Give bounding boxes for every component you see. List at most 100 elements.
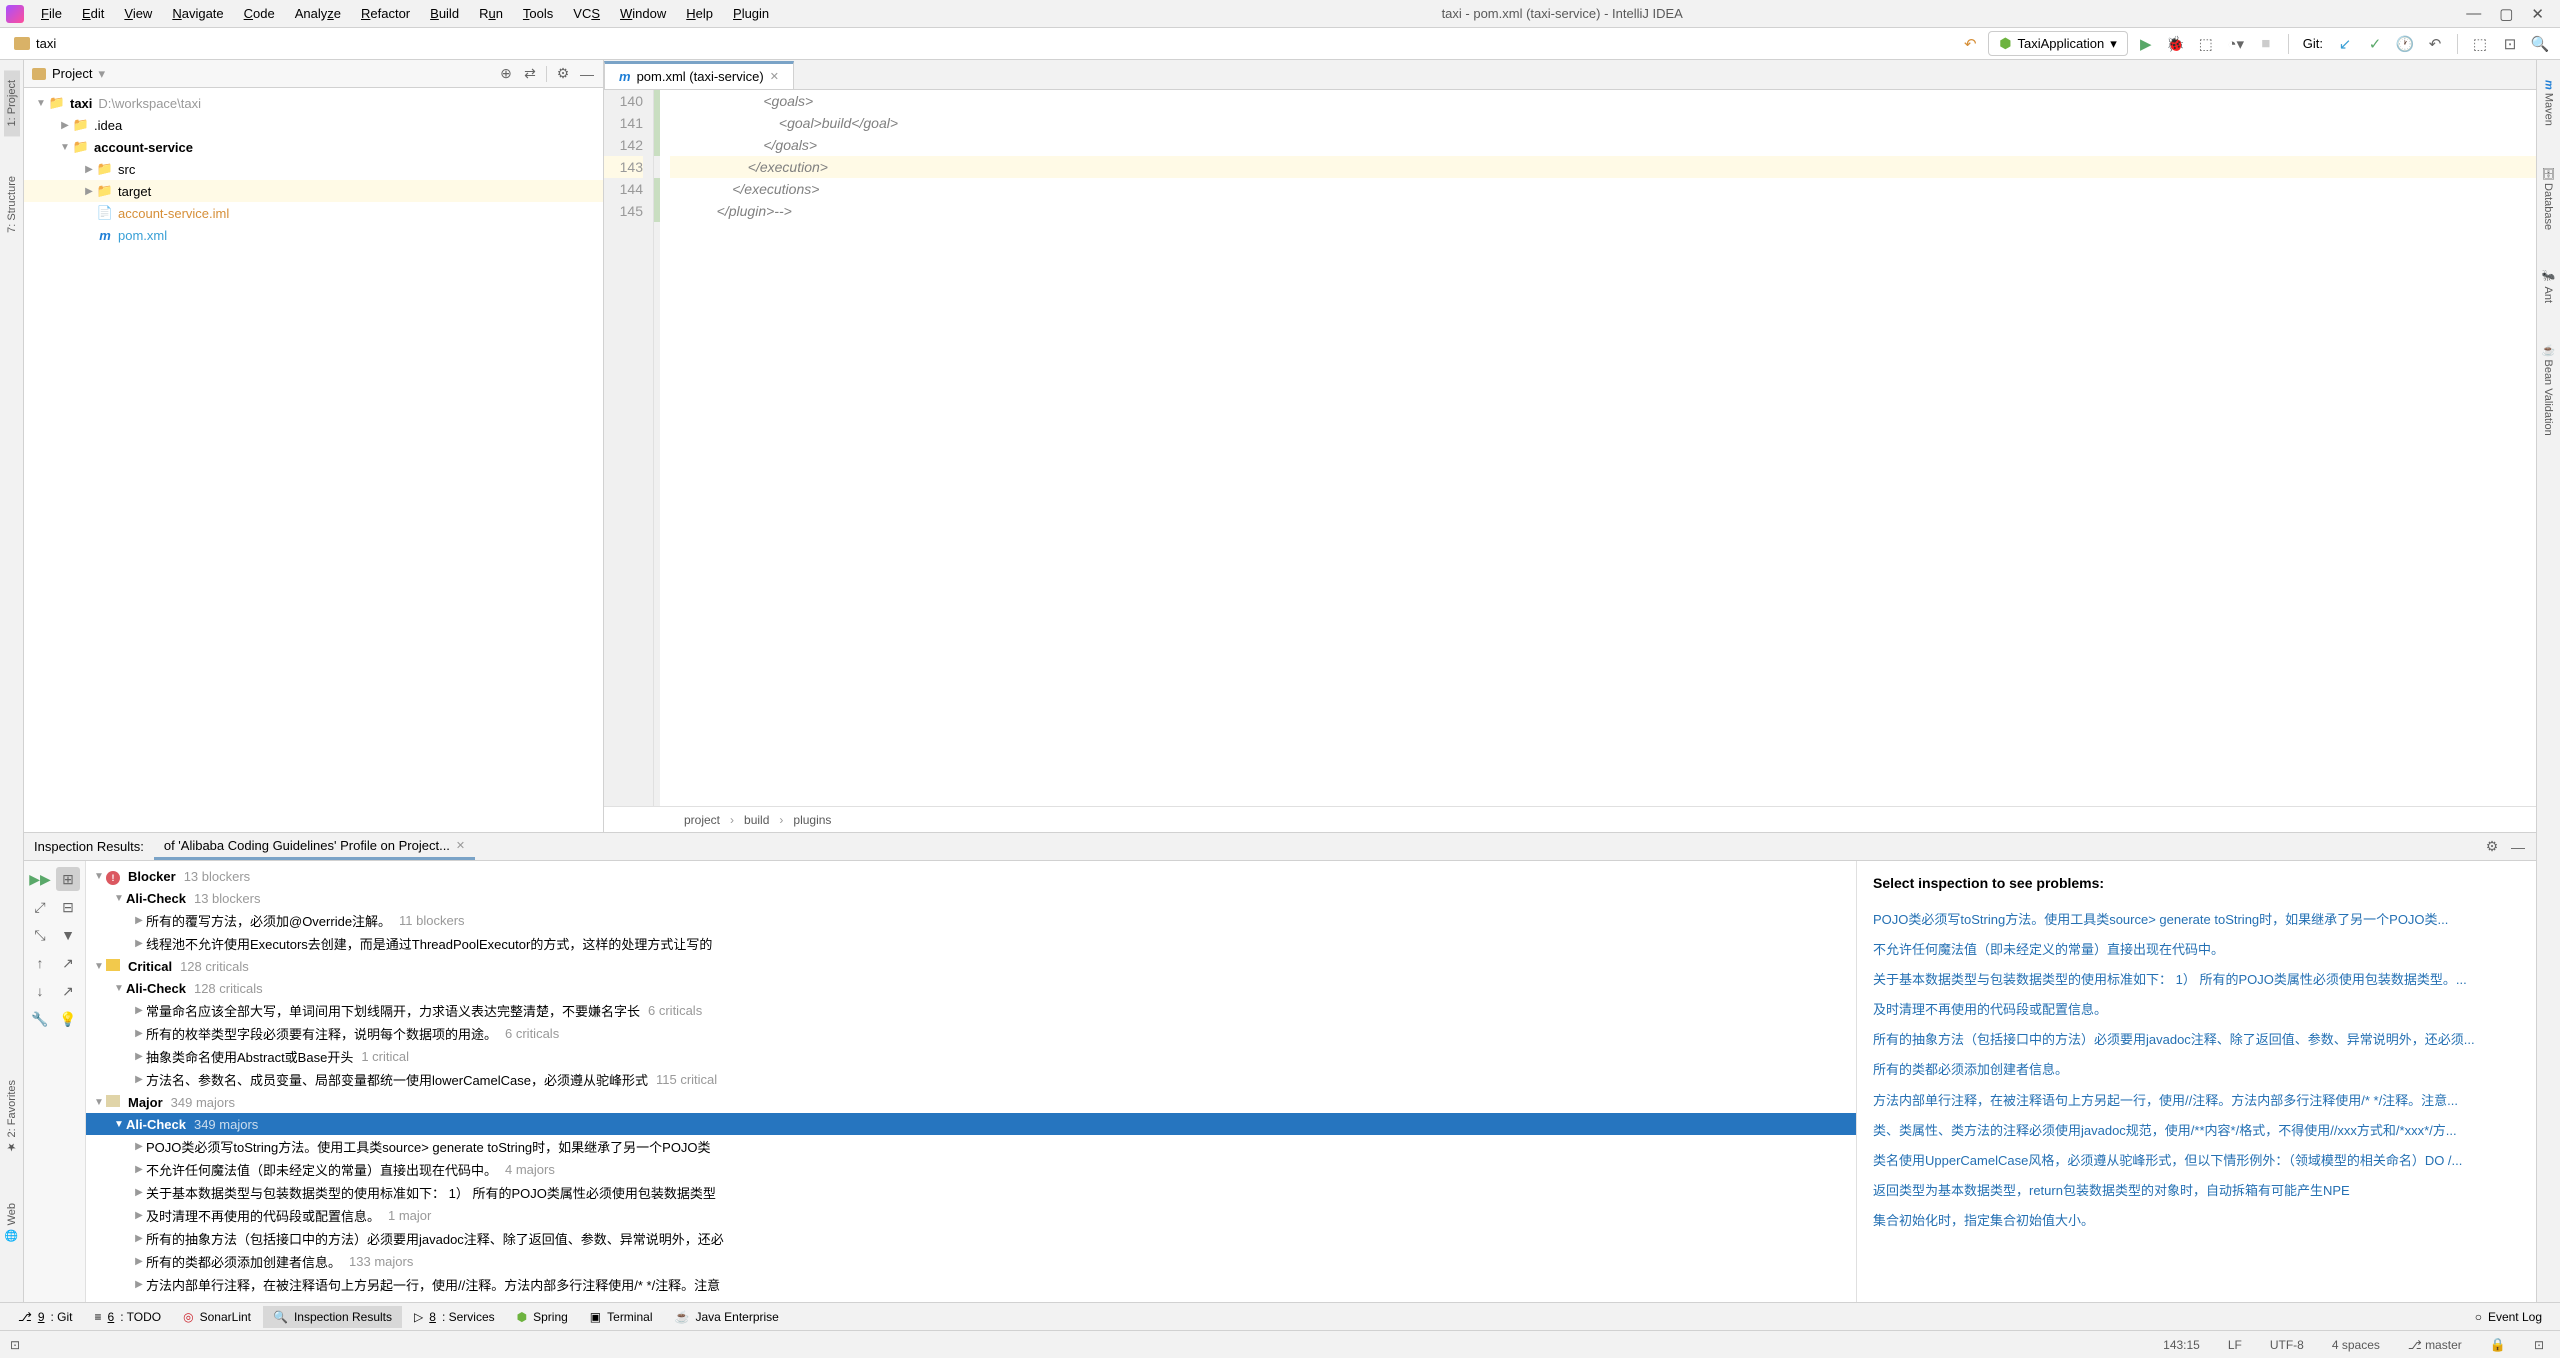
window-maximize[interactable]: ▢ <box>2499 5 2513 23</box>
tab-project[interactable]: 1: Project <box>4 70 20 136</box>
window-close[interactable]: ✕ <box>2531 5 2544 23</box>
status-notification-icon[interactable]: ⊡ <box>2528 1338 2550 1352</box>
insp-item[interactable]: ▶POJO类必须写toString方法。使用工具类source> generat… <box>86 1135 1856 1158</box>
detail-link[interactable]: 返回类型为基本数据类型，return包装数据类型的对象时，自动拆箱有可能产生NP… <box>1873 1176 2520 1206</box>
bottom-git[interactable]: ⎇ 9: Git <box>8 1306 83 1328</box>
autoscroll-button[interactable]: ↗ <box>56 979 80 1003</box>
bottom-terminal[interactable]: ▣ Terminal <box>580 1306 663 1328</box>
menu-navigate[interactable]: Navigate <box>163 3 232 24</box>
insp-major-ali[interactable]: ▼ Ali-Check 349 majors <box>86 1113 1856 1135</box>
lock-icon[interactable]: 🔒 <box>2484 1337 2512 1353</box>
collapse-button[interactable]: ⤡ <box>28 923 52 947</box>
tab-close-icon[interactable]: ✕ <box>770 70 779 83</box>
tab-bean-validation[interactable]: ☕ Bean Validation <box>2540 333 2557 446</box>
tree-node-pom[interactable]: m pom.xml <box>24 224 603 246</box>
bottom-inspection[interactable]: 🔍 Inspection Results <box>263 1306 402 1328</box>
insp-item[interactable]: ▶常量命名应该全部大写，单词间用下划线隔开，力求语义表达完整清楚，不要嫌名字长 … <box>86 999 1856 1022</box>
debug-button[interactable]: 🐞 <box>2164 32 2188 56</box>
back-arrow-icon[interactable]: ↶ <box>1958 32 1982 56</box>
project-tree[interactable]: ▼ 📁 taxi D:\workspace\taxi ▶ 📁 .idea ▼ 📁… <box>24 88 603 832</box>
menu-edit[interactable]: Edit <box>73 3 113 24</box>
expand-button[interactable]: ⤢ <box>28 895 52 919</box>
tab-web[interactable]: 🌐 Web <box>3 1193 20 1252</box>
bottom-spring[interactable]: ⬢ Spring <box>507 1306 578 1328</box>
status-git-branch[interactable]: ⎇ master <box>2402 1338 2468 1352</box>
tree-node-account-service[interactable]: ▼ 📁 account-service <box>24 136 603 158</box>
tree-root[interactable]: ▼ 📁 taxi D:\workspace\taxi <box>24 92 603 114</box>
quickfix-button[interactable]: 💡 <box>56 1007 80 1031</box>
tab-favorites[interactable]: ★ 2: Favorites <box>3 1070 20 1164</box>
git-commit-button[interactable]: ✓ <box>2363 32 2387 56</box>
insp-major[interactable]: ▼ Major 349 majors <box>86 1091 1856 1113</box>
menu-help[interactable]: Help <box>677 3 722 24</box>
insp-item[interactable]: ▶关于基本数据类型与包装数据类型的使用标准如下： 1） 所有的POJO类属性必须… <box>86 1181 1856 1204</box>
detail-link[interactable]: 集合初始化时，指定集合初始值大小。 <box>1873 1206 2520 1236</box>
bottom-todo[interactable]: ≡ 6: TODO <box>85 1306 172 1328</box>
project-structure-button[interactable]: ⬚ <box>2468 32 2492 56</box>
coverage-button[interactable]: ⬚ <box>2194 32 2218 56</box>
tree-node-target[interactable]: ▶ 📁 target <box>24 180 603 202</box>
expand-all-icon[interactable]: ⇄ <box>522 66 538 82</box>
group-by-severity-button[interactable]: ⊞ <box>56 867 80 891</box>
settings-icon[interactable]: ⚙ <box>2484 839 2500 855</box>
bottom-sonarlint[interactable]: ◎ SonarLint <box>173 1306 261 1328</box>
menu-refactor[interactable]: Refactor <box>352 3 419 24</box>
git-update-button[interactable]: ↙ <box>2333 32 2357 56</box>
menu-view[interactable]: View <box>115 3 161 24</box>
menu-window[interactable]: Window <box>611 3 675 24</box>
insp-item[interactable]: ▶方法内部单行注释，在被注释语句上方另起一行，使用//注释。方法内部多行注释使用… <box>86 1273 1856 1296</box>
insp-blocker-ali[interactable]: ▼ Ali-Check 13 blockers <box>86 887 1856 909</box>
group-by-dir-button[interactable]: ⊟ <box>56 895 80 919</box>
menu-code[interactable]: Code <box>235 3 284 24</box>
code-area[interactable]: <goals> <goal>build</goal> </goals> </ex… <box>660 90 2536 806</box>
status-cursor-pos[interactable]: 143:15 <box>2157 1338 2206 1352</box>
bottom-event-log[interactable]: ○ Event Log <box>2465 1306 2552 1328</box>
git-rollback-button[interactable]: ↶ <box>2423 32 2447 56</box>
insp-item[interactable]: ▶ 线程池不允许使用Executors去创建，而是通过ThreadPoolExe… <box>86 932 1856 955</box>
detail-link[interactable]: 方法内部单行注释，在被注释语句上方另起一行，使用//注释。方法内部多行注释使用/… <box>1873 1086 2520 1116</box>
search-button[interactable]: 🔍 <box>2528 32 2552 56</box>
inspection-tree[interactable]: ▼! Blocker 13 blockers ▼ Ali-Check 13 bl… <box>86 861 1856 1302</box>
insp-item[interactable]: ▶所有的枚举类型字段必须要有注释，说明每个数据项的用途。 6 criticals <box>86 1022 1856 1045</box>
insp-critical-ali[interactable]: ▼ Ali-Check 128 criticals <box>86 977 1856 999</box>
detail-link[interactable]: 类、类属性、类方法的注释必须使用javadoc规范，使用/**内容*/格式，不得… <box>1873 1116 2520 1146</box>
hide-icon[interactable]: — <box>2510 839 2526 855</box>
settings-button[interactable]: 🔧 <box>28 1007 52 1031</box>
insp-blocker[interactable]: ▼! Blocker 13 blockers <box>86 865 1856 887</box>
detail-link[interactable]: POJO类必须写toString方法。使用工具类source> generate… <box>1873 905 2520 935</box>
insp-item[interactable]: ▶不允许任何魔法值（即未经定义的常量）直接出现在代码中。 4 majors <box>86 1158 1856 1181</box>
window-minimize[interactable]: — <box>2466 5 2481 23</box>
insp-item[interactable]: ▶所有的类都必须添加创建者信息。 133 majors <box>86 1250 1856 1273</box>
menu-build[interactable]: Build <box>421 3 468 24</box>
menu-file[interactable]: File <box>32 3 71 24</box>
editor-content[interactable]: 140 141 142 143 144 145 <goals> <box>604 90 2536 806</box>
select-opened-file-icon[interactable]: ⊕ <box>498 66 514 82</box>
export-button[interactable]: ↗ <box>56 951 80 975</box>
profile-button[interactable]: ◔▾ <box>2224 32 2248 56</box>
tree-node-src[interactable]: ▶ 📁 src <box>24 158 603 180</box>
editor-tab-pom[interactable]: m pom.xml (taxi-service) ✕ <box>604 61 794 89</box>
tree-node-iml[interactable]: 📄 account-service.iml <box>24 202 603 224</box>
tab-ant[interactable]: 🐜 Ant <box>2540 260 2557 313</box>
tree-node-idea[interactable]: ▶ 📁 .idea <box>24 114 603 136</box>
settings-icon[interactable]: ⚙ <box>555 66 571 82</box>
insp-item[interactable]: ▶ 所有的覆写方法，必须加@Override注解。 11 blockers <box>86 909 1856 932</box>
detail-link[interactable]: 关于基本数据类型与包装数据类型的使用标准如下： 1） 所有的POJO类属性必须使… <box>1873 965 2520 995</box>
rerun-button[interactable]: ▶▶ <box>28 867 52 891</box>
status-panels-icon[interactable]: ⊡ <box>10 1338 20 1352</box>
detail-link[interactable]: 所有的抽象方法（包括接口中的方法）必须要用javadoc注释、除了返回值、参数、… <box>1873 1025 2520 1055</box>
dropdown-icon[interactable]: ▾ <box>98 66 105 82</box>
breadcrumb-root[interactable]: taxi <box>8 34 62 53</box>
insp-critical[interactable]: ▼ Critical 128 criticals <box>86 955 1856 977</box>
insp-item[interactable]: ▶所有的抽象方法（包括接口中的方法）必须要用javadoc注释、除了返回值、参数… <box>86 1227 1856 1250</box>
inspection-tab[interactable]: of 'Alibaba Coding Guidelines' Profile o… <box>154 834 475 860</box>
status-line-sep[interactable]: LF <box>2222 1338 2248 1352</box>
menu-tools[interactable]: Tools <box>514 3 562 24</box>
detail-link[interactable]: 类名使用UpperCamelCase风格，必须遵从驼峰形式，但以下情形例外：（领… <box>1873 1146 2520 1176</box>
status-indent[interactable]: 4 spaces <box>2326 1338 2386 1352</box>
tab-maven[interactable]: m Maven <box>2541 70 2557 136</box>
run-config-selector[interactable]: ⬢ TaxiApplication ▾ <box>1988 31 2127 56</box>
detail-link[interactable]: 所有的类都必须添加创建者信息。 <box>1873 1055 2520 1085</box>
ide-settings-button[interactable]: ⊡ <box>2498 32 2522 56</box>
insp-item[interactable]: ▶方法名、参数名、成员变量、局部变量都统一使用lowerCamelCase，必须… <box>86 1068 1856 1091</box>
